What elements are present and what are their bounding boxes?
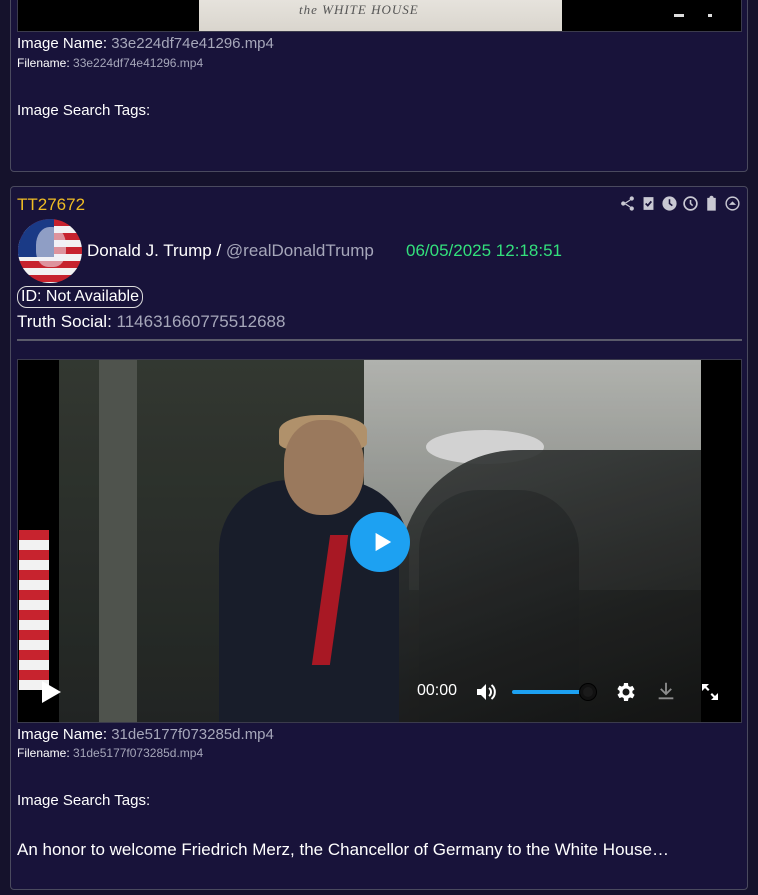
control-icon[interactable] — [708, 14, 712, 17]
author-line: Donald J. Trump / @realDonaldTrump — [87, 241, 374, 261]
collapse-icon[interactable] — [723, 194, 741, 212]
image-name-label: Image Name: — [17, 35, 108, 52]
clock-outline-icon[interactable] — [681, 194, 699, 212]
video-frame: the WHITE HOUSE — [199, 0, 562, 31]
settings-gear-icon[interactable] — [613, 680, 637, 704]
post-id[interactable]: TT27672 — [17, 195, 85, 215]
image-name-label: Image Name: — [17, 726, 108, 743]
volume-icon[interactable] — [474, 680, 498, 704]
post-card-previous: the WHITE HOUSE Image Name: 33e224df74e4… — [10, 0, 748, 172]
filename-value: 33e224df74e41296.mp4 — [73, 56, 204, 70]
filename-label: Filename: — [17, 746, 70, 760]
video-watermark: the WHITE HOUSE — [299, 2, 419, 17]
truth-social-id[interactable]: 114631660775512688 — [117, 312, 286, 331]
truth-social-label: Truth Social: — [17, 312, 112, 331]
filename-value: 31de5177f073285d.mp4 — [73, 746, 204, 760]
clock-filled-icon[interactable] — [660, 194, 678, 212]
play-icon — [375, 532, 392, 552]
video-time: 00:00 — [417, 682, 458, 699]
clipboard-icon[interactable] — [702, 194, 720, 212]
image-name-value: 31de5177f073285d.mp4 — [111, 726, 274, 743]
post-timestamp: 06/05/2025 12:18:51 — [406, 241, 562, 260]
author-name[interactable]: Donald J. Trump / — [87, 241, 221, 260]
video-player-previous[interactable]: the WHITE HOUSE — [17, 0, 742, 32]
id-badge: ID: Not Available — [17, 286, 143, 308]
video-player[interactable]: 00:00 — [17, 359, 742, 723]
fullscreen-icon[interactable] — [698, 680, 722, 704]
control-icon[interactable] — [674, 14, 684, 17]
volume-slider-handle[interactable] — [580, 684, 596, 700]
filename-label: Filename: — [17, 56, 70, 70]
play-overlay-button[interactable] — [350, 512, 410, 572]
checklist-icon[interactable] — [639, 194, 657, 212]
image-search-tags-label: Image Search Tags: — [17, 792, 151, 809]
volume-slider[interactable] — [512, 690, 588, 694]
image-name-row: Image Name: 31de5177f073285d.mp4 — [17, 726, 274, 743]
avatar[interactable] — [18, 219, 82, 283]
post-text: An honor to welcome Friedrich Merz, the … — [17, 840, 669, 859]
share-icon[interactable] — [618, 194, 636, 212]
play-button[interactable] — [40, 680, 62, 704]
image-search-tags-label: Image Search Tags: — [17, 102, 151, 119]
truth-social-row: Truth Social: 114631660775512688 — [17, 312, 285, 332]
video-controls: 00:00 — [18, 672, 741, 712]
image-name-value: 33e224df74e41296.mp4 — [111, 35, 274, 52]
filename-row: Filename: 31de5177f073285d.mp4 — [17, 746, 203, 760]
post-toolbar — [618, 194, 741, 212]
download-icon[interactable] — [655, 680, 679, 704]
image-name-row: Image Name: 33e224df74e41296.mp4 — [17, 35, 274, 52]
post-card: TT27672 Donald J. Trump / @realDonaldTru… — [10, 186, 748, 890]
divider — [17, 339, 742, 341]
play-icon — [42, 681, 61, 703]
author-handle[interactable]: @realDonaldTrump — [226, 241, 374, 260]
filename-row: Filename: 33e224df74e41296.mp4 — [17, 56, 203, 70]
